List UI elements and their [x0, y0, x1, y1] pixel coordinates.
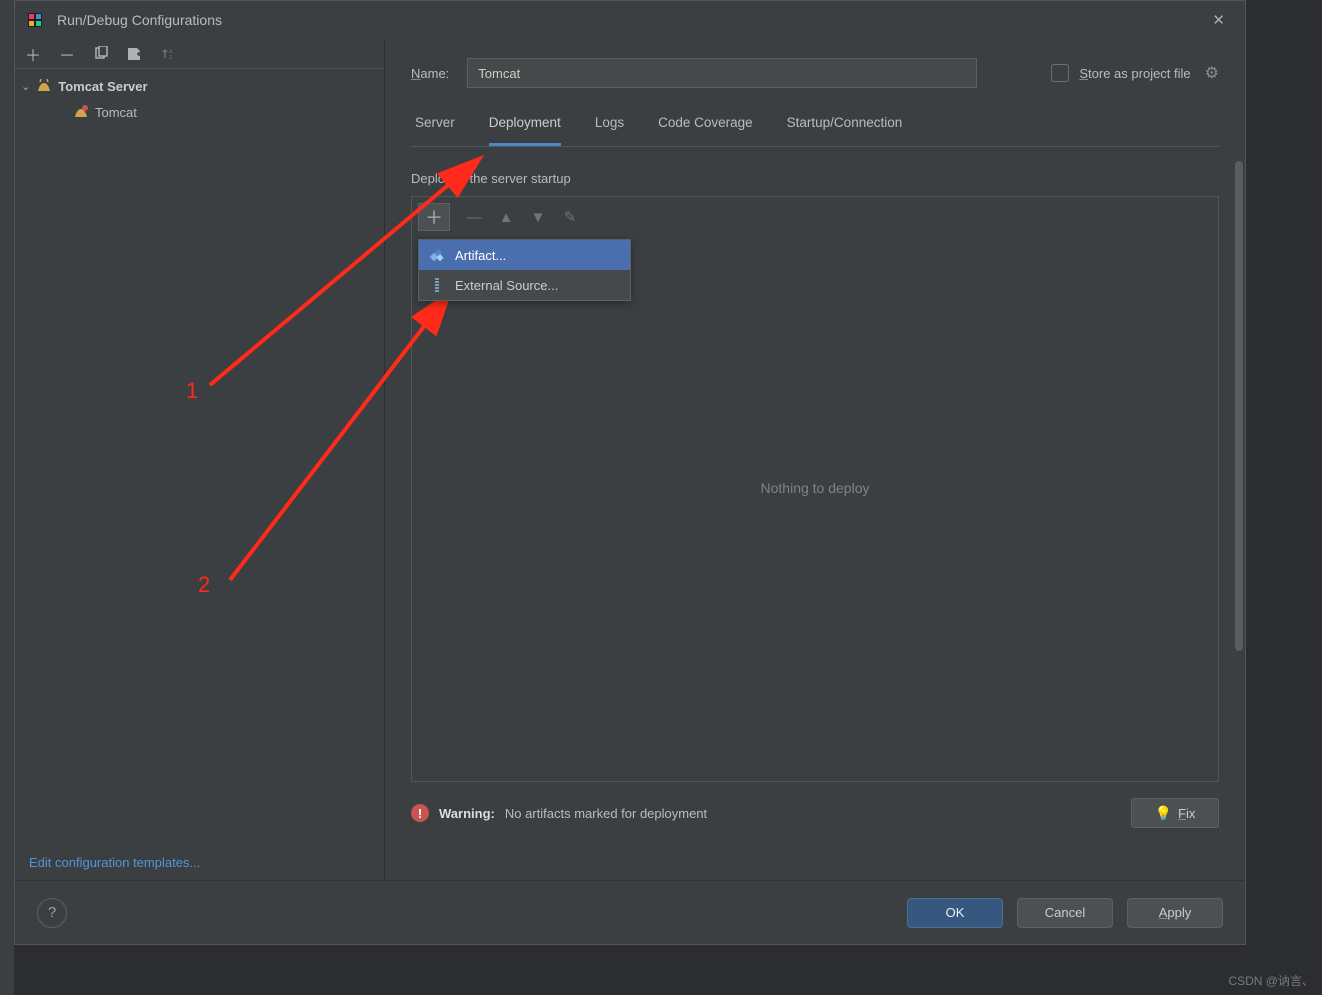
dropdown-item-artifact[interactable]: Artifact... — [419, 240, 630, 270]
apply-button[interactable]: Apply — [1127, 898, 1223, 928]
warning-label: Warning: — [439, 806, 495, 821]
main-panel: Name: Store as project file ⚙ Server Dep… — [385, 39, 1245, 880]
gear-icon[interactable]: ⚙ — [1205, 63, 1219, 83]
dialog-footer: ? OK Cancel Apply — [15, 880, 1245, 944]
external-source-icon — [429, 277, 445, 293]
edit-templates-link[interactable]: Edit configuration templates... — [15, 845, 384, 880]
warning-row: ! Warning: No artifacts marked for deplo… — [411, 798, 1219, 828]
scrollbar-thumb[interactable] — [1235, 161, 1243, 651]
store-as-project-file[interactable]: Store as project file ⚙ — [1051, 63, 1219, 83]
fix-button[interactable]: 💡 Fix — [1131, 798, 1219, 828]
tree-item-tomcat[interactable]: Tomcat — [15, 99, 384, 125]
tab-logs[interactable]: Logs — [595, 115, 624, 146]
add-icon[interactable]: ＋ — [25, 46, 41, 62]
save-template-icon[interactable] — [127, 46, 143, 62]
tab-startup-connection[interactable]: Startup/Connection — [787, 115, 903, 146]
ide-left-gutter — [0, 0, 14, 995]
annotation-number-2: 2 — [198, 572, 210, 598]
watermark: CSDN @讷言、 — [1228, 972, 1314, 989]
tree-group-label: Tomcat Server — [58, 79, 147, 94]
name-row: Name: Store as project file ⚙ — [411, 55, 1219, 91]
cancel-button[interactable]: Cancel — [1017, 898, 1113, 928]
tabs: Server Deployment Logs Code Coverage Sta… — [411, 115, 1219, 147]
deploy-box: ＋ ― ▲ ▼ ✎ Artifact... External Source... — [411, 196, 1219, 782]
remove-icon[interactable]: － — [59, 46, 75, 62]
annotation-number-1: 1 — [186, 378, 198, 404]
titlebar: Run/Debug Configurations ✕ — [15, 1, 1245, 39]
sidebar: ＋ － az ⌄ Tomcat Server Tomcat Edit confi… — [15, 39, 385, 880]
tomcat-icon — [36, 78, 52, 94]
sort-icon[interactable]: az — [161, 46, 177, 62]
tree-group-tomcat-server[interactable]: ⌄ Tomcat Server — [15, 73, 384, 99]
store-checkbox[interactable] — [1051, 64, 1069, 82]
tab-deployment[interactable]: Deployment — [489, 115, 561, 146]
ok-button[interactable]: OK — [907, 898, 1003, 928]
lightbulb-icon: 💡 — [1155, 805, 1172, 822]
name-label: Name: — [411, 66, 449, 81]
fix-label: Fix — [1178, 806, 1195, 821]
dialog-title: Run/Debug Configurations — [57, 12, 222, 28]
run-debug-dialog: Run/Debug Configurations ✕ ＋ － az ⌄ Tomc… — [14, 0, 1246, 945]
tab-code-coverage[interactable]: Code Coverage — [658, 115, 753, 146]
tree-item-label: Tomcat — [95, 105, 137, 120]
tab-server[interactable]: Server — [415, 115, 455, 146]
dropdown-item-label: External Source... — [455, 278, 558, 293]
sidebar-toolbar: ＋ － az — [15, 39, 384, 69]
name-input[interactable] — [467, 58, 977, 88]
tomcat-run-icon — [73, 104, 89, 120]
close-icon[interactable]: ✕ — [1204, 7, 1233, 33]
chevron-down-icon: ⌄ — [21, 80, 30, 93]
dropdown-item-label: Artifact... — [455, 248, 506, 263]
artifact-icon — [429, 247, 445, 263]
help-button[interactable]: ? — [37, 898, 67, 928]
copy-icon[interactable] — [93, 46, 109, 62]
deploy-section-label: Deploy at the server startup — [411, 171, 1219, 186]
intellij-logo-icon — [27, 12, 43, 28]
dropdown-item-external-source[interactable]: External Source... — [419, 270, 630, 300]
add-dropdown: Artifact... External Source... — [418, 239, 631, 301]
warning-icon: ! — [411, 804, 429, 822]
warning-text: No artifacts marked for deployment — [505, 806, 707, 821]
config-tree: ⌄ Tomcat Server Tomcat — [15, 69, 384, 845]
store-label: Store as project file — [1079, 66, 1190, 81]
svg-text:z: z — [169, 55, 172, 61]
